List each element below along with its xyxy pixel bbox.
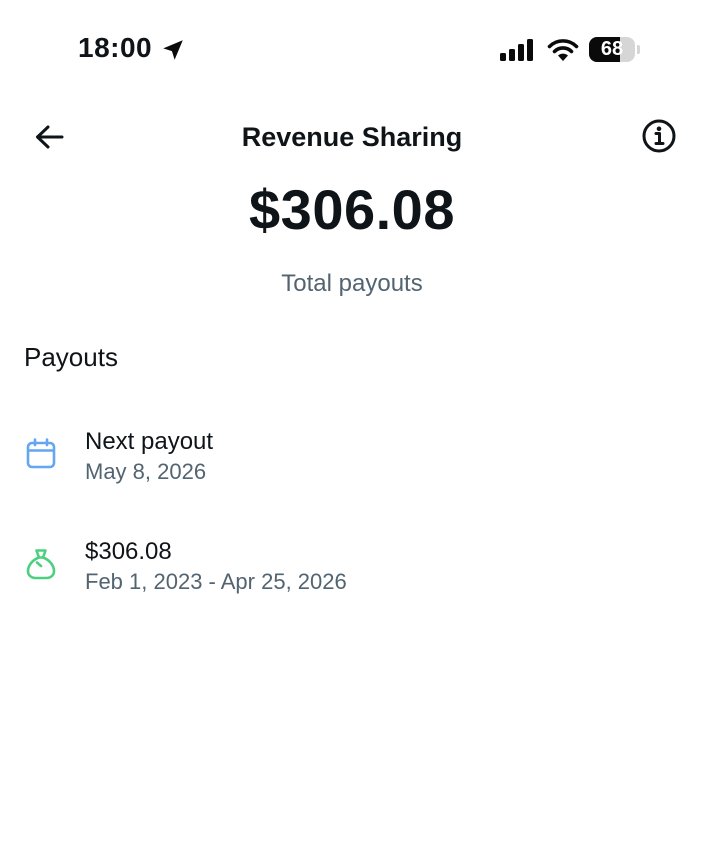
status-bar: 18:00 68 (0, 0, 704, 100)
page-title: Revenue Sharing (241, 122, 463, 152)
battery-percent: 68 (600, 38, 624, 60)
cellular-signal-icon (500, 39, 533, 61)
money-bag-icon (26, 549, 56, 580)
battery-cap (637, 45, 640, 54)
info-button[interactable] (640, 117, 678, 155)
next-payout-title: Next payout (85, 428, 214, 455)
total-payout-label: Total payouts (281, 270, 423, 297)
wifi-icon (547, 39, 579, 61)
total-payout-amount: $306.08 (249, 178, 455, 241)
payout-history-range: Feb 1, 2023 - Apr 25, 2026 (85, 569, 347, 594)
payouts-section-title: Payouts (24, 342, 118, 372)
info-icon (642, 119, 676, 153)
location-arrow-icon (163, 40, 183, 60)
status-time: 18:00 (78, 32, 153, 63)
payout-history-row: $306.08 Feb 1, 2023 - Apr 25, 2026 (0, 535, 704, 615)
calendar-icon (26, 438, 56, 469)
payout-history-amount: $306.08 (85, 538, 172, 565)
battery-indicator: 68 (589, 37, 635, 62)
next-payout-date: May 8, 2026 (85, 459, 207, 484)
next-payout-row: Next payout May 8, 2026 (0, 425, 704, 505)
